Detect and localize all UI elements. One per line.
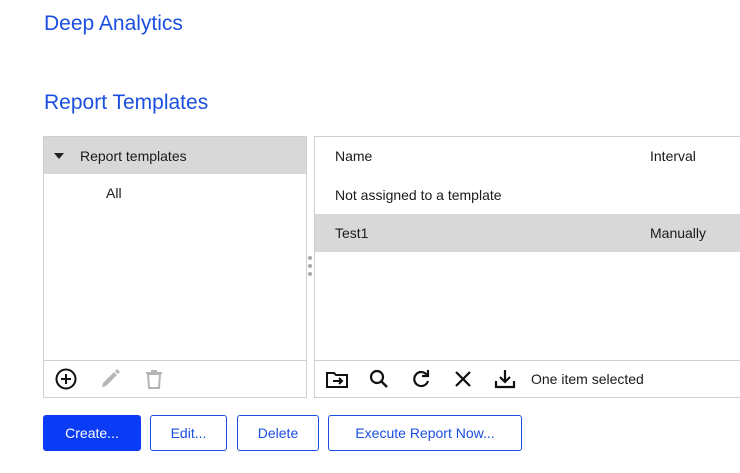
- close-icon[interactable]: [451, 367, 475, 391]
- execute-report-now-button[interactable]: Execute Report Now...: [328, 415, 522, 451]
- refresh-icon[interactable]: [409, 367, 433, 391]
- report-list-panel: Name Interval Not assigned to a template…: [314, 136, 740, 398]
- selection-status: One item selected: [531, 371, 644, 387]
- row-name: Test1: [335, 225, 369, 241]
- download-icon[interactable]: [493, 367, 517, 391]
- column-header-name[interactable]: Name: [335, 148, 372, 164]
- list-row[interactable]: Not assigned to a template: [315, 176, 740, 214]
- tree-toolbar: [44, 360, 306, 397]
- add-circle-icon[interactable]: [54, 367, 78, 391]
- list-toolbar: One item selected: [315, 360, 740, 397]
- caret-down-icon[interactable]: [54, 152, 64, 159]
- app-title: Deep Analytics: [44, 12, 183, 35]
- search-icon[interactable]: [367, 367, 391, 391]
- column-header-interval[interactable]: Interval: [650, 148, 696, 164]
- panel-splitter[interactable]: [307, 136, 314, 398]
- create-button[interactable]: Create...: [43, 415, 141, 451]
- trash-icon[interactable]: [142, 367, 166, 391]
- delete-button[interactable]: Delete: [237, 415, 319, 451]
- pencil-icon[interactable]: [98, 367, 122, 391]
- list-row-selected[interactable]: Test1 Manually: [315, 214, 740, 252]
- row-interval: Manually: [650, 225, 707, 241]
- list-header: Name Interval: [315, 137, 740, 175]
- edit-button[interactable]: Edit...: [150, 415, 227, 451]
- row-name: Not assigned to a template: [335, 187, 502, 203]
- tree-item-all[interactable]: All: [106, 185, 122, 201]
- section-title: Report Templates: [44, 91, 209, 114]
- tree-root-label: Report templates: [80, 147, 187, 164]
- move-to-folder-icon[interactable]: [325, 367, 349, 391]
- tree-item-report-templates[interactable]: Report templates: [44, 137, 306, 174]
- template-tree-panel: Report templates All: [43, 136, 307, 398]
